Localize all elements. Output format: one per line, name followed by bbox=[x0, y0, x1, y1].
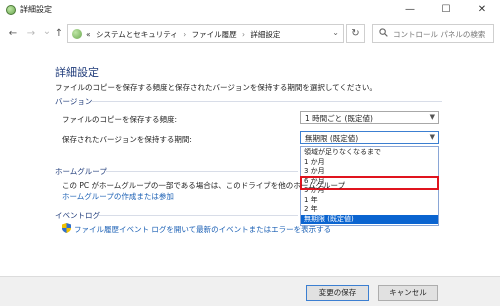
eventlog-divider bbox=[98, 215, 298, 216]
page-description: ファイルのコピーを保存する頻度と保存されたバージョンを保持する期間を選択してくだ… bbox=[55, 83, 377, 92]
frequency-select[interactable]: 1 時間ごと (既定値) ▼ bbox=[300, 111, 439, 124]
back-button[interactable]: ← bbox=[6, 27, 20, 41]
minimize-button[interactable]: — bbox=[392, 0, 428, 20]
eventlog-link[interactable]: ファイル履歴イベント ログを開いて最新のイベントまたはエラーを表示する bbox=[74, 224, 331, 235]
breadcrumb-file-history[interactable]: ファイル履歴 bbox=[192, 30, 237, 39]
retention-option[interactable]: 2 年 bbox=[301, 205, 438, 215]
retention-option-selected[interactable]: 無期限 (既定値) bbox=[301, 214, 438, 224]
title-bar: 詳細設定 — ☐ ✕ bbox=[0, 0, 500, 22]
chevron-down-icon: ▼ bbox=[429, 113, 435, 121]
breadcrumb-advanced[interactable]: 詳細設定 bbox=[250, 30, 280, 39]
search-icon bbox=[379, 28, 388, 40]
forward-button[interactable]: → bbox=[24, 27, 38, 41]
search-placeholder: コントロール パネルの検索 bbox=[393, 30, 486, 39]
page-title: 詳細設定 bbox=[55, 66, 99, 79]
breadcrumb-system-security[interactable]: システムとセキュリティ bbox=[96, 30, 178, 39]
close-button[interactable]: ✕ bbox=[464, 0, 500, 20]
control-panel-icon bbox=[72, 29, 82, 39]
search-input[interactable]: コントロール パネルの検索 bbox=[372, 24, 494, 43]
frequency-label: ファイルのコピーを保存する頻度: bbox=[62, 115, 178, 124]
cancel-button[interactable]: キャンセル bbox=[378, 285, 438, 301]
homegroup-divider bbox=[106, 171, 298, 172]
refresh-button[interactable]: ↻ bbox=[346, 24, 365, 43]
chevron-down-icon: ▼ bbox=[429, 133, 435, 141]
address-prefix[interactable]: « bbox=[86, 30, 91, 39]
save-changes-button[interactable]: 変更の保存 bbox=[306, 285, 369, 301]
frequency-value: 1 時間ごと (既定値) bbox=[305, 114, 373, 123]
retention-option[interactable]: 1 か月 bbox=[301, 158, 438, 168]
retention-option[interactable]: 領域が足りなくなるまで bbox=[301, 148, 438, 158]
homegroup-link[interactable]: ホームグループの作成または参加 bbox=[62, 191, 174, 202]
address-bar[interactable]: « システムとセキュリティ › ファイル履歴 › 詳細設定 ⌄ bbox=[67, 24, 344, 43]
versions-header: バージョン bbox=[55, 97, 93, 106]
breadcrumb-separator[interactable]: › bbox=[183, 30, 186, 39]
address-dropdown-icon[interactable]: ⌄ bbox=[332, 28, 339, 37]
eventlog-header: イベントログ bbox=[55, 211, 100, 220]
homegroup-text: この PC がホームグループの一部である場合は、このドライブを他のホームグループ bbox=[62, 181, 346, 190]
breadcrumb: « システムとセキュリティ › ファイル履歴 › 詳細設定 bbox=[86, 29, 280, 40]
homegroup-header: ホームグループ bbox=[55, 167, 107, 176]
retention-select[interactable]: 無期限 (既定値) ▼ bbox=[300, 131, 439, 144]
retention-option[interactable]: 1 年 bbox=[301, 196, 438, 206]
maximize-button[interactable]: ☐ bbox=[428, 0, 464, 20]
breadcrumb-separator[interactable]: › bbox=[242, 30, 245, 39]
versions-divider bbox=[92, 101, 442, 102]
up-button[interactable]: ↑ bbox=[52, 27, 66, 41]
retention-value: 無期限 (既定値) bbox=[305, 134, 359, 143]
retention-label: 保存されたバージョンを保持する期間: bbox=[62, 135, 192, 144]
file-history-icon bbox=[6, 5, 16, 15]
window-title: 詳細設定 bbox=[20, 5, 52, 14]
shield-icon bbox=[62, 223, 71, 233]
